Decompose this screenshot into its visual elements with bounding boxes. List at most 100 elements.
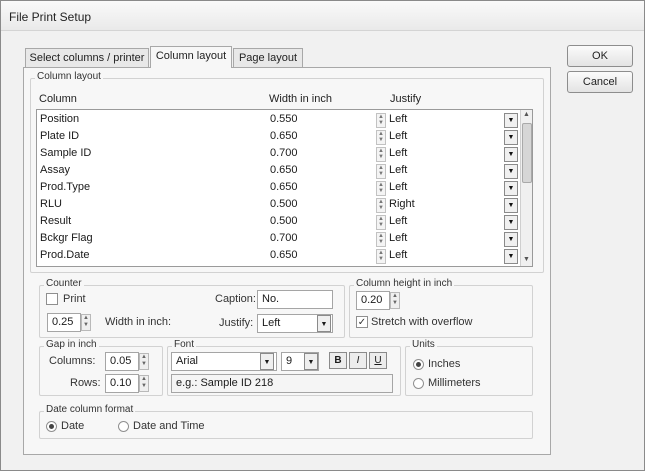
column-width[interactable]: 0.650 — [270, 164, 298, 176]
scroll-thumb[interactable] — [522, 123, 532, 183]
column-justify[interactable]: Left — [389, 113, 407, 125]
justify-dropdown-arrow-icon[interactable]: ▼ — [504, 249, 518, 264]
gap-columns-input[interactable]: 0.05 — [105, 352, 139, 371]
font-family-value: Arial — [176, 355, 199, 367]
column-name: Bckgr Flag — [40, 232, 93, 244]
date-radio[interactable] — [46, 421, 57, 432]
underline-button[interactable]: U — [369, 352, 387, 369]
print-setup-window: File Print Setup OK Cancel Select column… — [0, 0, 645, 471]
counter-width-label: Width in inch: — [105, 316, 172, 328]
counter-width-spinner[interactable]: ▲ ▼ — [81, 314, 91, 331]
width-spinner[interactable]: ▲ ▼ — [376, 113, 386, 128]
counter-justify-dropdown-icon[interactable]: ▼ — [317, 315, 331, 332]
stretch-with-overflow-label: Stretch with overflow — [371, 316, 473, 328]
millimeters-radio[interactable] — [413, 378, 424, 389]
column-width[interactable]: 0.650 — [270, 130, 298, 142]
justify-dropdown-arrow-icon[interactable]: ▼ — [504, 181, 518, 196]
column-height-group-label: Column height in inch — [354, 278, 455, 289]
bold-button[interactable]: B — [329, 352, 347, 369]
column-width[interactable]: 0.500 — [270, 198, 298, 210]
justify-dropdown-arrow-icon[interactable]: ▼ — [504, 215, 518, 230]
width-spinner[interactable]: ▲ ▼ — [376, 164, 386, 179]
width-spinner[interactable]: ▲ ▼ — [376, 232, 386, 247]
column-width[interactable]: 0.500 — [270, 215, 298, 227]
column-name: Prod.Type — [40, 181, 91, 193]
print-checkbox[interactable] — [46, 293, 58, 305]
justify-dropdown-arrow-icon[interactable]: ▼ — [504, 113, 518, 128]
justify-dropdown-arrow-icon[interactable]: ▼ — [504, 147, 518, 162]
date-and-time-radio[interactable] — [118, 421, 129, 432]
font-family-dropdown-icon[interactable]: ▼ — [260, 353, 274, 370]
gap-rows-input[interactable]: 0.10 — [105, 374, 139, 393]
tab-select-columns-printer[interactable]: Select columns / printer — [25, 48, 149, 68]
column-justify[interactable]: Left — [389, 249, 407, 261]
column-justify[interactable]: Left — [389, 164, 407, 176]
column-justify[interactable]: Right — [389, 198, 415, 210]
font-size-dropdown-icon[interactable]: ▼ — [304, 353, 318, 370]
table-row[interactable]: Assay 0.650 ▲ ▼ Left ▼ — [37, 162, 519, 179]
table-row[interactable]: Result 0.500 ▲ ▼ Left ▼ — [37, 213, 519, 230]
column-width[interactable]: 0.650 — [270, 249, 298, 261]
table-scrollbar[interactable]: ▲ ▼ — [520, 110, 532, 266]
justify-dropdown-arrow-icon[interactable]: ▼ — [504, 198, 518, 213]
column-height-input[interactable]: 0.20 — [356, 291, 390, 310]
column-name: Result — [40, 215, 72, 227]
ok-button[interactable]: OK — [567, 45, 633, 67]
table-row[interactable]: Bckgr Flag 0.700 ▲ ▼ Left ▼ — [37, 230, 519, 247]
width-spinner[interactable]: ▲ ▼ — [376, 147, 386, 162]
column-justify[interactable]: Left — [389, 147, 407, 159]
caption-label: Caption: — [215, 293, 256, 305]
counter-width-input[interactable]: 0.25 — [47, 313, 81, 332]
justify-dropdown-arrow-icon[interactable]: ▼ — [504, 130, 518, 145]
table-row[interactable]: Position 0.550 ▲ ▼ Left ▼ — [37, 111, 519, 128]
column-layout-table[interactable]: Position 0.550 ▲ ▼ Left ▼ Plate ID 0.650 … — [36, 109, 533, 267]
caption-input[interactable]: No. — [257, 290, 333, 309]
tab-column-layout[interactable]: Column layout — [150, 46, 232, 68]
scroll-up-icon[interactable]: ▲ — [523, 111, 530, 118]
table-row[interactable]: Prod.Date 0.650 ▲ ▼ Left ▼ — [37, 247, 519, 264]
column-name: Sample ID — [40, 147, 92, 159]
date-column-format-group-label: Date column format — [44, 404, 136, 415]
table-row[interactable]: Prod.Type 0.650 ▲ ▼ Left ▼ — [37, 179, 519, 196]
font-size-value: 9 — [286, 355, 293, 367]
width-spinner[interactable]: ▲ ▼ — [376, 130, 386, 145]
width-spinner[interactable]: ▲ ▼ — [376, 181, 386, 196]
column-name: Assay — [40, 164, 70, 176]
counter-group-label: Counter — [44, 278, 84, 289]
gap-group-label: Gap in inch — [44, 339, 99, 350]
inches-radio[interactable] — [413, 359, 424, 370]
justify-dropdown-arrow-icon[interactable]: ▼ — [504, 164, 518, 179]
title-bar[interactable]: File Print Setup — [1, 1, 644, 31]
column-width[interactable]: 0.700 — [270, 147, 298, 159]
width-spinner[interactable]: ▲ ▼ — [376, 198, 386, 213]
print-label: Print — [63, 293, 86, 305]
column-height-spinner[interactable]: ▲ ▼ — [390, 292, 400, 309]
column-header-width: Width in inch — [269, 93, 332, 105]
width-spinner[interactable]: ▲ ▼ — [376, 249, 386, 264]
column-justify[interactable]: Left — [389, 215, 407, 227]
column-justify[interactable]: Left — [389, 232, 407, 244]
italic-button[interactable]: I — [349, 352, 367, 369]
column-width[interactable]: 0.650 — [270, 181, 298, 193]
table-row[interactable]: RLU 0.500 ▲ ▼ Right ▼ — [37, 196, 519, 213]
column-header-column: Column — [39, 93, 77, 105]
column-justify[interactable]: Left — [389, 130, 407, 142]
column-name: RLU — [40, 198, 63, 210]
tab-page-layout[interactable]: Page layout — [233, 48, 303, 68]
gap-rows-spinner[interactable]: ▲ ▼ — [139, 375, 149, 392]
column-width[interactable]: 0.550 — [270, 113, 298, 125]
font-group-label: Font — [172, 339, 197, 350]
stretch-with-overflow-checkbox[interactable]: ✓ — [356, 316, 368, 328]
column-width[interactable]: 0.700 — [270, 232, 298, 244]
column-layout-group-label: Column layout — [35, 71, 103, 82]
width-spinner[interactable]: ▲ ▼ — [376, 215, 386, 230]
cancel-button[interactable]: Cancel — [567, 71, 633, 93]
column-justify[interactable]: Left — [389, 181, 407, 193]
gap-columns-spinner[interactable]: ▲ ▼ — [139, 353, 149, 370]
scroll-down-icon[interactable]: ▼ — [523, 256, 530, 263]
inches-label: Inches — [428, 358, 461, 370]
table-row[interactable]: Sample ID 0.700 ▲ ▼ Left ▼ — [37, 145, 519, 162]
table-row[interactable]: Plate ID 0.650 ▲ ▼ Left ▼ — [37, 128, 519, 145]
column-name: Position — [40, 113, 80, 125]
justify-dropdown-arrow-icon[interactable]: ▼ — [504, 232, 518, 247]
